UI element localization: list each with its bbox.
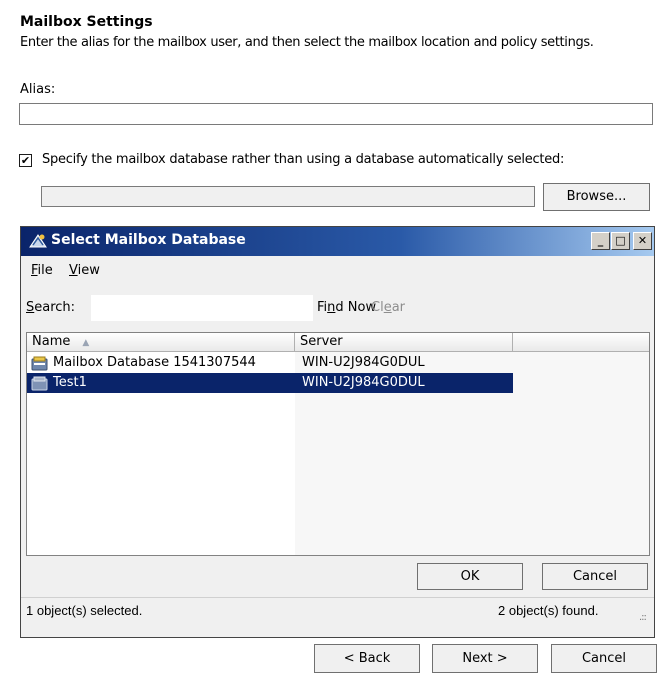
row-server: WIN-U2J984G0DUL	[302, 355, 425, 370]
search-label-text: earch:	[34, 300, 76, 315]
maximize-button[interactable]: □	[611, 232, 630, 250]
alias-input[interactable]	[19, 103, 653, 125]
menu-file[interactable]: File	[31, 263, 53, 278]
dialog-cancel-button[interactable]: Cancel	[542, 563, 648, 590]
database-list[interactable]: Name ▲ Server Mailbox Database 1541307544…	[26, 332, 650, 556]
exchange-icon	[29, 234, 47, 248]
search-label: Search:	[26, 300, 75, 315]
sort-ascending-icon: ▲	[82, 338, 90, 348]
clear-mnemonic: e	[383, 300, 392, 315]
column-header-server-label: Server	[300, 334, 343, 349]
database-icon	[31, 376, 48, 391]
dialog-title-bar[interactable]: Select Mailbox Database _ □ ✕	[21, 227, 654, 256]
status-selected: 1 object(s) selected.	[26, 603, 143, 618]
close-button[interactable]: ✕	[633, 232, 652, 250]
table-row-selected[interactable]: Test1 WIN-U2J984G0DUL	[27, 373, 513, 393]
column-header-empty[interactable]	[513, 333, 649, 352]
find-now-button[interactable]: Find Now	[317, 300, 376, 315]
find-now-pre: Fi	[317, 300, 328, 315]
specify-database-checkbox[interactable]: ✔	[19, 154, 32, 167]
section-description: Enter the alias for the mailbox user, an…	[20, 35, 594, 50]
menu-view-label: iew	[77, 263, 100, 278]
wizard-cancel-button[interactable]: Cancel	[551, 644, 657, 673]
search-input[interactable]	[91, 295, 313, 321]
next-button[interactable]: Next >	[432, 644, 538, 673]
menu-bar: File View	[21, 257, 654, 285]
specify-database-label: Specify the mailbox database rather than…	[42, 152, 565, 167]
alias-label: Alias:	[20, 82, 56, 97]
menu-view-mnemonic: V	[69, 263, 78, 278]
column-header-name-label: Name	[32, 334, 71, 349]
ok-button[interactable]: OK	[417, 563, 523, 590]
back-button[interactable]: < Back	[314, 644, 420, 673]
browse-button[interactable]: Browse...	[543, 183, 650, 211]
column-header-server[interactable]: Server	[295, 333, 513, 352]
section-title: Mailbox Settings	[20, 14, 153, 30]
clear-pre: Cl	[371, 300, 384, 315]
database-icon	[31, 356, 48, 371]
column-header-name[interactable]: Name ▲	[27, 333, 295, 352]
status-separator	[21, 597, 654, 598]
row-name: Test1	[53, 375, 87, 390]
select-mailbox-database-dialog: Select Mailbox Database _ □ ✕ File View …	[20, 226, 655, 638]
resize-grip-icon[interactable]: .::	[639, 612, 647, 623]
status-found: 2 object(s) found.	[498, 603, 599, 618]
table-row[interactable]: Mailbox Database 1541307544 WIN-U2J984G0…	[27, 353, 513, 373]
menu-file-label: ile	[37, 263, 53, 278]
clear-post: ar	[391, 300, 406, 315]
row-name: Mailbox Database 1541307544	[53, 355, 256, 370]
clear-button: Clear	[371, 300, 405, 315]
row-server: WIN-U2J984G0DUL	[302, 375, 425, 390]
minimize-button[interactable]: _	[591, 232, 610, 250]
dialog-title: Select Mailbox Database	[51, 232, 246, 248]
database-path-field	[41, 186, 535, 207]
menu-view[interactable]: View	[69, 263, 100, 278]
find-now-post: d Now	[335, 300, 377, 315]
